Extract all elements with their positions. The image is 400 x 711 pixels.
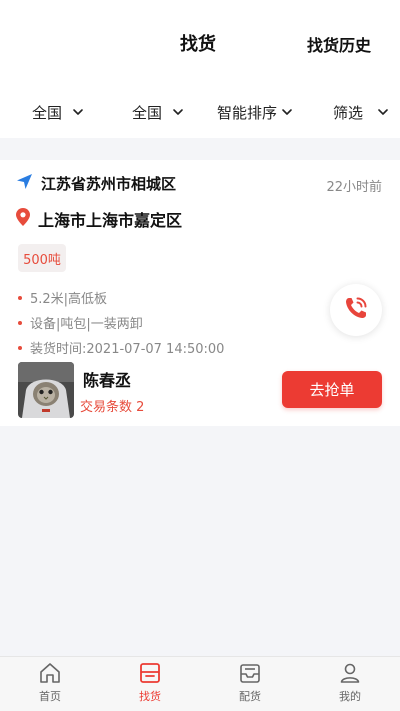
avatar (18, 362, 74, 418)
destination-address: 上海市上海市嘉定区 (38, 211, 183, 230)
tab-label: 找货 (139, 690, 161, 703)
tab-dispatch[interactable]: 配货 (220, 661, 280, 704)
chevron-down-icon (281, 106, 293, 118)
location-pin-icon (16, 208, 30, 230)
filter-origin-region[interactable]: 全国 (32, 100, 84, 124)
detail-text: 5.2米|高低板 (30, 292, 108, 307)
origin-address: 江苏省苏州市相城区 (41, 175, 177, 193)
tab-label: 配货 (239, 690, 261, 703)
navigation-arrow-icon (16, 173, 33, 194)
order-card[interactable]: 江苏省苏州市相城区 22小时前 上海市上海市嘉定区 500吨 5.2米|高低板 … (0, 160, 400, 426)
top-header: 找货 找货历史 全国 全国 智能排序 筛选 (0, 0, 400, 138)
filter-label: 筛选 (333, 103, 364, 122)
filter-label: 全国 (32, 103, 63, 122)
call-button[interactable] (330, 284, 382, 336)
filter-destination-region[interactable]: 全国 (132, 100, 184, 124)
filter-label: 全国 (132, 103, 163, 122)
filter-screen[interactable]: 筛选 (333, 100, 389, 124)
detail-vehicle: 5.2米|高低板 (18, 285, 224, 310)
chevron-down-icon (172, 106, 184, 118)
posted-time: 22小时前 (326, 180, 382, 195)
home-icon (38, 661, 62, 688)
chevron-down-icon (377, 106, 389, 118)
user-icon (338, 661, 362, 688)
filter-bar: 全国 全国 智能排序 筛选 (0, 92, 400, 132)
filter-sort[interactable]: 智能排序 (217, 100, 293, 124)
tab-label: 首页 (39, 690, 61, 703)
tab-find-goods[interactable]: 找货 (120, 661, 180, 704)
origin-row: 江苏省苏州市相城区 (16, 173, 176, 194)
detail-loading-time: 装货时间:2021-07-07 14:50:00 (18, 335, 224, 360)
tab-home[interactable]: 首页 (20, 661, 80, 704)
tab-label: 我的 (339, 690, 361, 703)
shipper-name: 陈春丞 (83, 371, 132, 390)
chevron-down-icon (72, 106, 84, 118)
goods-box-icon (138, 661, 162, 688)
detail-text: 装货时间:2021-07-07 14:50:00 (30, 342, 225, 357)
detail-text: 设备|吨包|一装两卸 (30, 317, 143, 332)
page-title: 找货 (180, 34, 216, 55)
grab-order-button[interactable]: 去抢单 (282, 371, 382, 408)
trade-count: 交易条数 2 (80, 400, 145, 415)
phone-call-icon (342, 294, 370, 326)
bullet-dot (18, 295, 22, 300)
detail-cargo: 设备|吨包|一装两卸 (18, 310, 224, 335)
order-details: 5.2米|高低板 设备|吨包|一装两卸 装货时间:2021-07-07 14:5… (18, 285, 224, 360)
tab-profile[interactable]: 我的 (320, 661, 380, 704)
filter-label: 智能排序 (217, 103, 278, 122)
bullet-dot (18, 345, 22, 350)
weight-badge: 500吨 (18, 244, 66, 272)
bottom-tab-bar: 首页 找货 配货 我的 (0, 656, 400, 711)
bullet-dot (18, 320, 22, 325)
history-link[interactable]: 找货历史 (307, 32, 371, 56)
inbox-tray-icon (238, 661, 262, 688)
destination-row: 上海市上海市嘉定区 (16, 207, 182, 231)
